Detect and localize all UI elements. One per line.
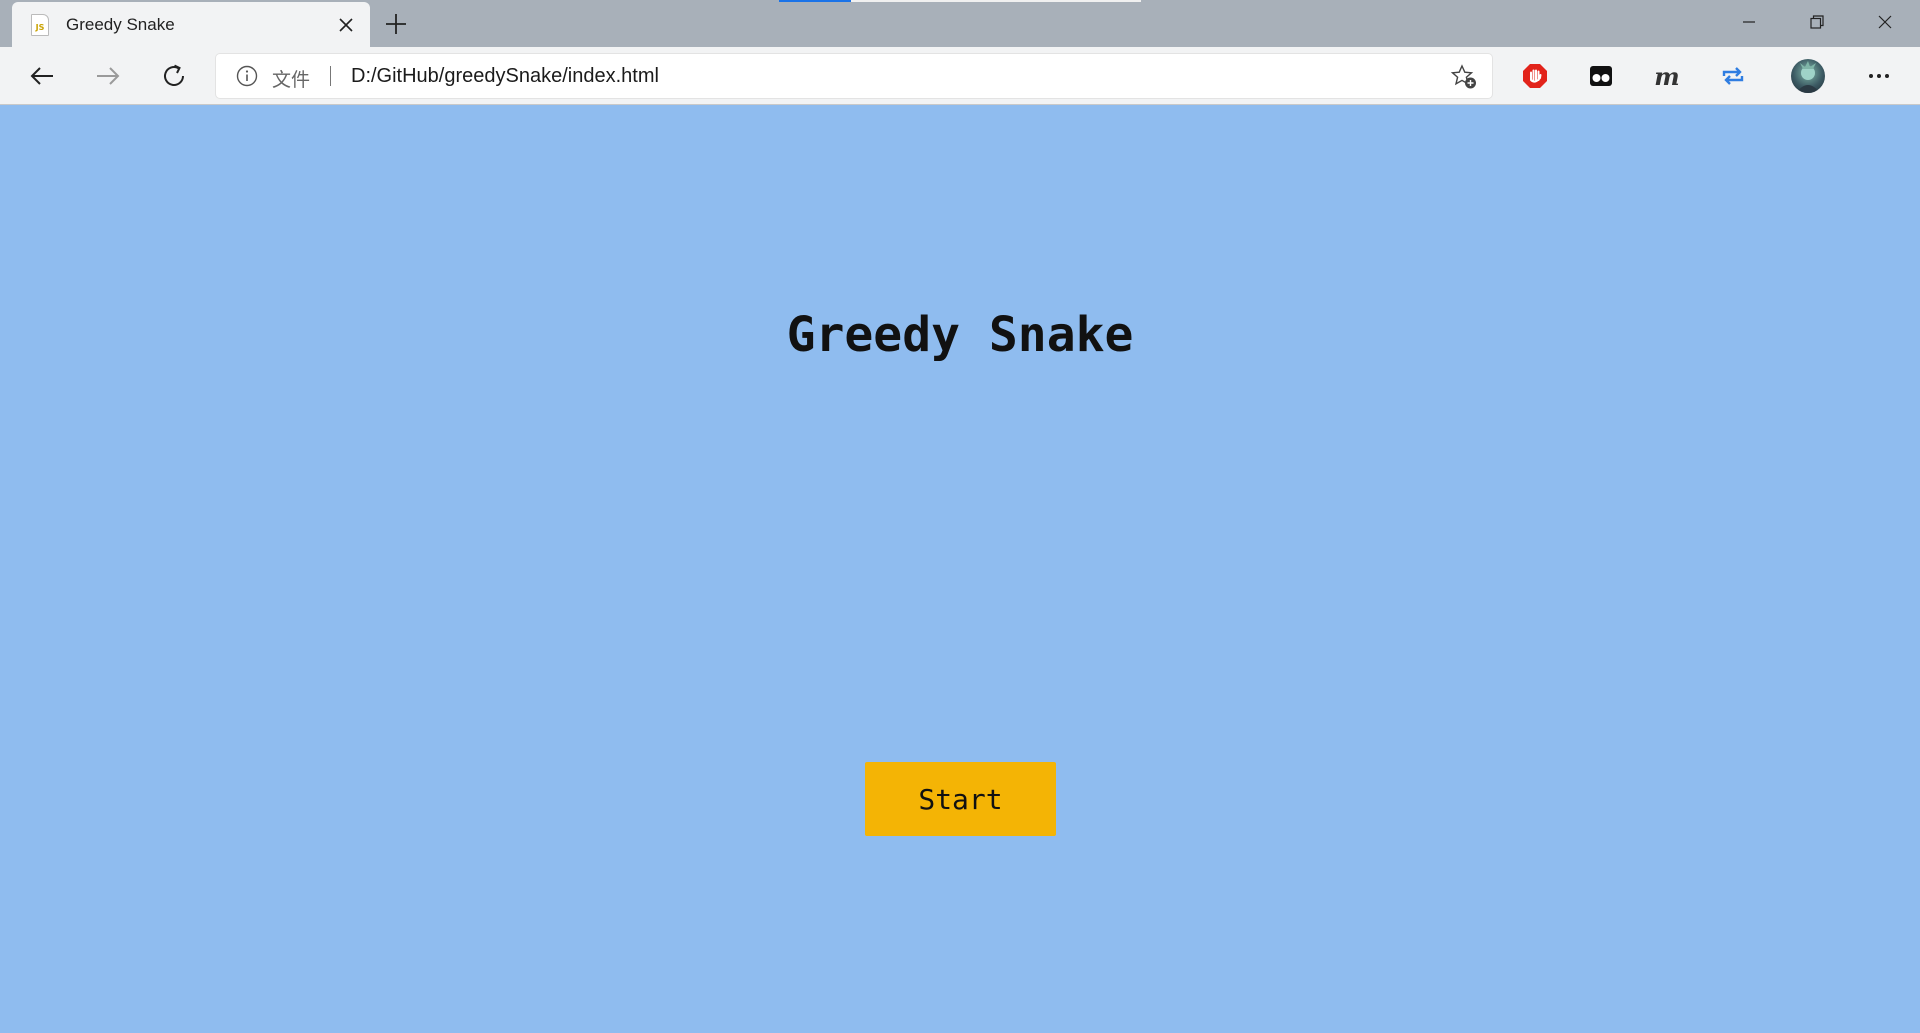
back-button[interactable] — [24, 58, 60, 94]
restore-icon — [1810, 15, 1824, 29]
url-text[interactable]: D:/GitHub/greedySnake/index.html — [351, 65, 659, 88]
start-button[interactable]: Start — [865, 762, 1056, 836]
browser-toolbar: 文件 D:/GitHub/greedySnake/index.html m — [0, 47, 1920, 105]
reload-icon — [164, 64, 184, 86]
minimize-icon — [1743, 21, 1755, 23]
loading-indicator-track — [851, 0, 1141, 2]
new-tab-button[interactable] — [383, 11, 409, 37]
js-file-icon: JS — [31, 14, 49, 36]
plus-icon — [386, 14, 406, 34]
avatar[interactable] — [1791, 59, 1825, 93]
close-icon — [1878, 15, 1892, 29]
tab-close-icon[interactable] — [336, 15, 356, 35]
browser-titlebar: JS Greedy Snake — [0, 0, 1920, 47]
game-page: Greedy Snake Start — [0, 105, 1920, 1033]
page-title: Greedy Snake — [786, 307, 1134, 363]
window-minimize-button[interactable] — [1715, 0, 1783, 44]
browser-tab[interactable]: JS Greedy Snake — [12, 2, 370, 47]
adblock-icon[interactable] — [1520, 61, 1550, 91]
tab-title: Greedy Snake — [66, 15, 175, 34]
arrow-right-icon — [97, 67, 120, 85]
address-bar[interactable]: 文件 D:/GitHub/greedySnake/index.html — [216, 54, 1492, 98]
reload-button[interactable] — [156, 58, 192, 94]
more-icon — [1869, 74, 1889, 78]
forward-button[interactable] — [90, 58, 126, 94]
star-plus-icon[interactable] — [1450, 64, 1478, 90]
window-close-button[interactable] — [1851, 0, 1919, 44]
m-icon[interactable]: m — [1652, 61, 1682, 91]
arrow-left-icon — [30, 67, 53, 85]
loading-indicator — [779, 0, 851, 2]
sync-icon[interactable] — [1718, 61, 1748, 91]
window-restore-button[interactable] — [1783, 0, 1851, 44]
glasses-icon[interactable] — [1586, 61, 1616, 91]
more-button[interactable] — [1862, 61, 1896, 91]
scheme-label: 文件 — [272, 69, 311, 91]
address-separator — [330, 66, 331, 86]
info-icon[interactable] — [236, 65, 258, 87]
